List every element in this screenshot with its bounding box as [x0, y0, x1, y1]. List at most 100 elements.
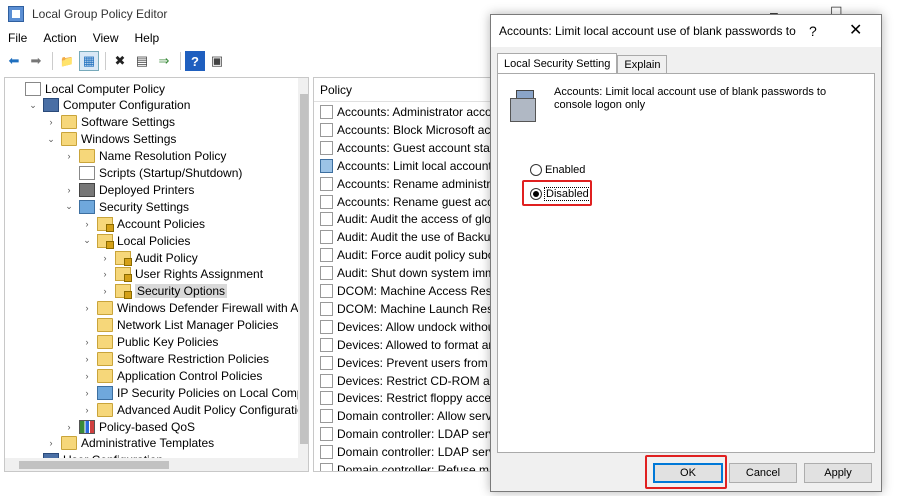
tree-item[interactable]: › Name Resolution Policy — [63, 148, 226, 165]
list-item[interactable]: Devices: Allow undock without having to … — [314, 318, 492, 336]
list-item[interactable]: Accounts: Limit local account use of bla… — [314, 157, 492, 175]
list-item[interactable]: Devices: Restrict floppy access to local… — [314, 389, 492, 407]
tree-item[interactable]: › Software Restriction Policies — [81, 350, 269, 367]
enabled-radio[interactable]: Enabled — [530, 164, 586, 176]
list-item[interactable]: Accounts: Rename guest account — [314, 193, 492, 211]
chevron-right-icon[interactable]: › — [63, 185, 75, 195]
chevron-down-icon[interactable]: ⌄ — [27, 100, 39, 111]
cancel-button[interactable]: Cancel — [729, 463, 797, 483]
tab-panel: Accounts: Limit local account use of bla… — [497, 73, 875, 453]
chevron-down-icon[interactable]: ⌄ — [63, 201, 75, 212]
policy-setting-icon — [320, 194, 333, 209]
tab-local-security-setting[interactable]: Local Security Setting — [497, 53, 618, 74]
list-item-label: Devices: Prevent users from installing p… — [337, 355, 492, 370]
tab-explain[interactable]: Explain — [617, 55, 668, 73]
chevron-right-icon[interactable]: › — [81, 337, 93, 347]
enabled-radio-label[interactable]: Enabled — [544, 164, 586, 176]
enabled-radio-dot[interactable] — [530, 164, 542, 176]
scroll-thumb[interactable] — [300, 94, 308, 444]
tree-item[interactable]: › Account Policies — [81, 215, 205, 232]
forward-arrow-icon[interactable]: ➡ — [26, 51, 46, 71]
export-icon[interactable]: ⇒ — [154, 51, 174, 71]
help-icon[interactable]: ? — [185, 51, 205, 71]
chevron-right-icon[interactable]: › — [81, 303, 93, 313]
menu-file[interactable]: File — [0, 31, 35, 45]
close-icon[interactable]: ✕ — [849, 20, 862, 40]
list-item-label: Audit: Shut down system immediately — [337, 266, 492, 281]
up-folder-icon[interactable]: 📁 — [57, 51, 77, 71]
chevron-right-icon[interactable]: › — [45, 117, 57, 127]
list-item[interactable]: Accounts: Guest account status — [314, 139, 492, 157]
chevron-right-icon[interactable]: › — [81, 388, 93, 398]
chevron-right-icon[interactable]: › — [81, 354, 93, 364]
tree-item-label: Windows Defender Firewall with Advanc — [117, 301, 308, 316]
view-icon[interactable]: ▣ — [207, 51, 227, 71]
tree-item[interactable]: ⌄ Security Settings — [63, 198, 189, 215]
tree-item-label: Software Restriction Policies — [117, 351, 270, 366]
tree-item[interactable]: › Public Key Policies — [81, 334, 218, 351]
list-item[interactable]: Devices: Prevent users from installing p… — [314, 354, 492, 372]
help-question-icon[interactable]: ? — [809, 23, 817, 39]
list-item[interactable]: Audit: Force audit policy subcategory se… — [314, 246, 492, 264]
tree-item[interactable]: ⌄ Windows Settings — [45, 131, 176, 148]
tree-item[interactable]: › Windows Defender Firewall with Advanc — [81, 300, 308, 317]
policy-list[interactable]: Policy Accounts: Administrator account s… — [313, 77, 493, 472]
console-tree[interactable]: ›User Configuration›Administrative Templ… — [4, 77, 309, 472]
tree-item[interactable]: › User Rights Assignment — [99, 266, 263, 283]
back-arrow-icon[interactable]: ⬅ — [4, 51, 24, 71]
tree-item[interactable]: ⌄ Computer Configuration — [27, 97, 190, 114]
tree-item[interactable]: › Policy-based QoS — [63, 418, 195, 435]
list-item[interactable]: Audit: Shut down system immediately — [314, 264, 492, 282]
menu-help[interactable]: Help — [127, 31, 168, 45]
folder-icon — [61, 115, 77, 130]
column-header-policy[interactable]: Policy — [314, 78, 492, 102]
properties-icon[interactable]: ▤ — [132, 51, 152, 71]
chevron-right-icon[interactable]: › — [81, 219, 93, 229]
tree-item[interactable]: › IP Security Policies on Local Computer — [81, 384, 308, 401]
list-item[interactable]: Domain controller: Allow server operator… — [314, 407, 492, 425]
list-item[interactable]: Accounts: Rename administrator account — [314, 175, 492, 193]
chevron-right-icon[interactable]: › — [99, 286, 111, 296]
tree-item[interactable]: Local Computer Policy — [9, 80, 165, 97]
menu-view[interactable]: View — [85, 31, 127, 45]
chevron-right-icon[interactable]: › — [45, 438, 57, 448]
show-hide-tree-icon[interactable]: ▦ — [79, 51, 99, 71]
folder-icon — [97, 402, 113, 417]
delete-icon[interactable]: ✖ — [110, 51, 130, 71]
list-item[interactable]: Audit: Audit the use of Backup and Resto… — [314, 228, 492, 246]
tree-item[interactable]: ⌄ Local Policies — [81, 232, 190, 249]
list-item[interactable]: DCOM: Machine Launch Restrictions — [314, 300, 492, 318]
menu-action[interactable]: Action — [35, 31, 84, 45]
chevron-right-icon[interactable]: › — [99, 253, 111, 263]
chevron-right-icon[interactable]: › — [99, 269, 111, 279]
tree-vertical-scrollbar[interactable] — [298, 78, 308, 458]
list-item[interactable]: Domain controller: LDAP server signing — [314, 443, 492, 461]
tree-item[interactable]: › Application Control Policies — [81, 367, 262, 384]
list-item[interactable]: Domain controller: LDAP server channel b… — [314, 425, 492, 443]
chevron-down-icon[interactable]: ⌄ — [81, 235, 93, 246]
tree-item[interactable]: › Software Settings — [45, 114, 175, 131]
tree-item[interactable]: Scripts (Startup/Shutdown) — [63, 165, 242, 182]
tree-item[interactable]: › Deployed Printers — [63, 181, 194, 198]
chevron-right-icon[interactable]: › — [81, 371, 93, 381]
apply-button[interactable]: Apply — [804, 463, 872, 483]
tree-item[interactable]: › Advanced Audit Policy Configuration — [81, 401, 308, 418]
chevron-right-icon[interactable]: › — [63, 151, 75, 161]
list-item[interactable]: Domain controller: Refuse machine accoun… — [314, 461, 492, 471]
tree-item[interactable]: › Administrative Templates — [45, 435, 214, 452]
tree-item[interactable]: Network List Manager Policies — [81, 317, 278, 334]
chevron-right-icon[interactable]: › — [63, 422, 75, 432]
list-item[interactable]: Devices: Restrict CD-ROM access — [314, 372, 492, 390]
tree-item-label: Security Options — [135, 284, 228, 299]
tree-horizontal-scrollbar[interactable] — [5, 458, 308, 471]
list-item[interactable]: Accounts: Block Microsoft accounts — [314, 121, 492, 139]
tree-item[interactable]: › Security Options — [99, 283, 228, 300]
chevron-down-icon[interactable]: ⌄ — [45, 134, 57, 145]
tree-item[interactable]: › Audit Policy — [99, 249, 198, 266]
list-item[interactable]: Accounts: Administrator account status — [314, 103, 492, 121]
list-item[interactable]: Audit: Audit the access of global system… — [314, 210, 492, 228]
list-item[interactable]: DCOM: Machine Access Restrictions — [314, 282, 492, 300]
chevron-right-icon[interactable]: › — [81, 405, 93, 415]
list-item[interactable]: Devices: Allowed to format and eject — [314, 336, 492, 354]
scroll-thumb[interactable] — [19, 461, 169, 469]
